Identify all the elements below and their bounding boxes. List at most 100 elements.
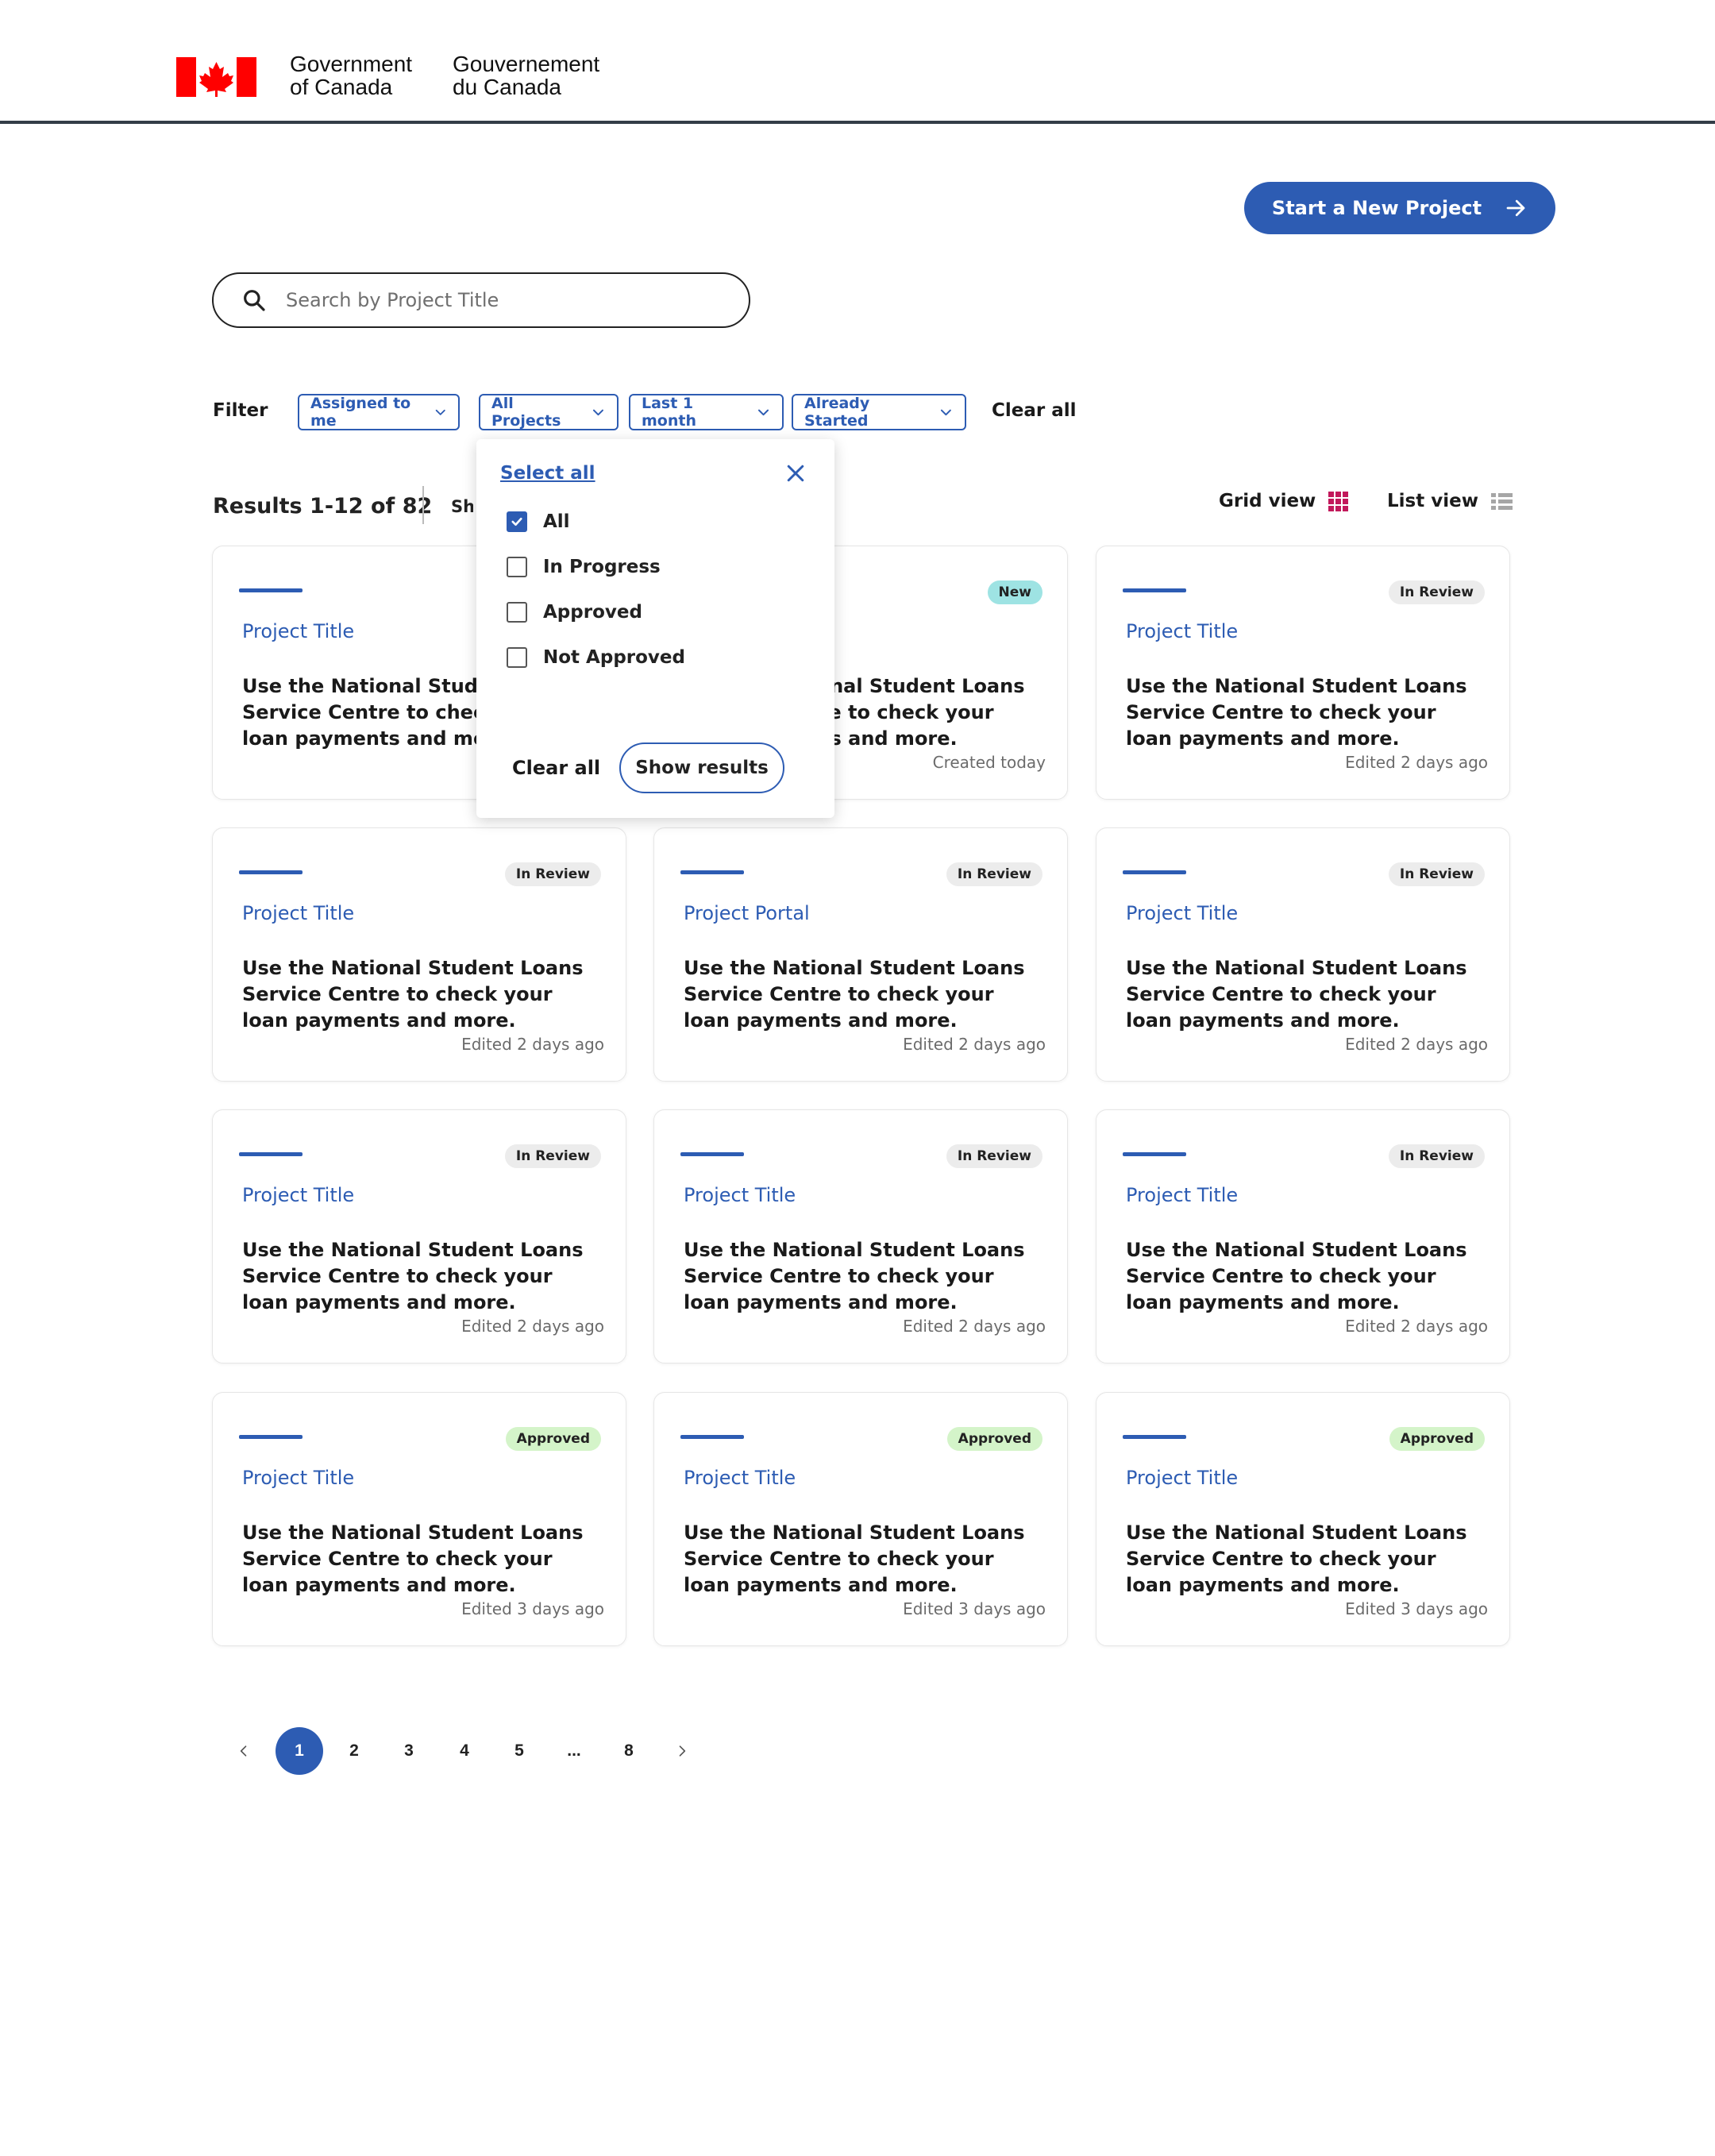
card-title[interactable]: Project Title: [1126, 1184, 1238, 1206]
card-timestamp: Created today: [932, 753, 1046, 772]
card-description: Use the National Student Loans Service C…: [1126, 957, 1467, 1032]
page-button-3[interactable]: 3: [385, 1727, 433, 1775]
project-card[interactable]: In Review Project Title Use the National S…: [212, 1109, 626, 1363]
page-button-5[interactable]: 5: [495, 1727, 543, 1775]
filter-already-started[interactable]: Already Started: [792, 394, 966, 430]
filter-all-projects[interactable]: All Projects: [479, 394, 619, 430]
card-title[interactable]: Project Portal: [684, 902, 810, 924]
card-accent-line: [680, 1435, 744, 1439]
project-card[interactable]: In Review Project Title Use the National S…: [653, 1109, 1068, 1363]
card-timestamp: Edited 2 days ago: [461, 1317, 604, 1336]
card-title[interactable]: Project Title: [242, 902, 354, 924]
filter-chip-label: Assigned to me: [310, 395, 411, 430]
grid-view-label: Grid view: [1219, 491, 1316, 511]
show-per-page-label[interactable]: Sho: [451, 497, 473, 516]
project-card[interactable]: In Review Project Title Use the National S…: [212, 827, 626, 1082]
start-new-project-label: Start a New Project: [1271, 197, 1482, 219]
status-badge: In Review: [504, 1144, 601, 1168]
chevron-down-icon: [593, 409, 604, 416]
option-all[interactable]: All: [507, 511, 570, 532]
card-title[interactable]: Project Title: [242, 1184, 354, 1206]
option-label: Not Approved: [543, 647, 685, 668]
list-view-toggle[interactable]: List view: [1387, 491, 1513, 511]
filter-assigned-to-me[interactable]: Assigned to me: [298, 394, 460, 430]
project-card[interactable]: Approved Project Title Use the National St…: [1096, 1392, 1510, 1646]
card-title[interactable]: Project Title: [242, 1467, 354, 1489]
show-results-button[interactable]: Show results: [619, 742, 784, 793]
card-accent-line: [239, 1152, 303, 1156]
checkbox[interactable]: [507, 602, 527, 623]
project-status-dropdown: Select all All In Progress Approved Not …: [476, 439, 834, 818]
previous-page-button[interactable]: [220, 1727, 268, 1775]
chevron-down-icon: [435, 409, 445, 415]
card-accent-line: [239, 588, 303, 592]
status-badge: New: [987, 580, 1042, 604]
status-badge: Approved: [505, 1427, 601, 1451]
arrow-right-icon: [1506, 199, 1525, 217]
checkmark-icon: [511, 517, 522, 526]
gov-fr-line1: Gouvernement: [453, 52, 600, 76]
page-button-4[interactable]: 4: [441, 1727, 488, 1775]
project-card[interactable]: Approved Project Title Use the National St…: [653, 1392, 1068, 1646]
option-not-approved[interactable]: Not Approved: [507, 647, 685, 668]
status-badge: Approved: [946, 1427, 1042, 1451]
card-title[interactable]: Project Title: [1126, 902, 1238, 924]
chevron-down-icon: [757, 409, 769, 416]
card-title[interactable]: Project Title: [242, 620, 354, 642]
project-card[interactable]: In Review Project Title Use the National S…: [1096, 546, 1510, 800]
filter-last-1-month[interactable]: Last 1 month: [629, 394, 784, 430]
status-badge: In Review: [946, 862, 1042, 886]
card-accent-line: [1123, 870, 1186, 874]
card-accent-line: [1123, 588, 1186, 592]
search-bar: [212, 272, 750, 328]
option-approved[interactable]: Approved: [507, 602, 642, 623]
card-accent-line: [680, 870, 744, 874]
next-page-button[interactable]: [658, 1727, 706, 1775]
card-title[interactable]: Project Title: [1126, 620, 1238, 642]
chevron-down-icon: [941, 409, 952, 416]
card-timestamp: Edited 2 days ago: [1345, 1035, 1488, 1054]
clear-all-filters-button[interactable]: Clear all: [992, 400, 1077, 421]
card-accent-line: [239, 1435, 303, 1439]
chevron-left-icon: [240, 1745, 247, 1757]
status-badge: In Review: [1388, 862, 1485, 886]
status-badge: In Review: [1388, 580, 1485, 604]
chevron-right-icon: [679, 1745, 686, 1757]
dropdown-clear-all-button[interactable]: Clear all: [512, 757, 600, 779]
card-title[interactable]: Project Title: [1126, 1467, 1238, 1489]
card-description: Use the National Student Loans Service C…: [1126, 675, 1467, 750]
option-label: In Progress: [543, 557, 661, 577]
checkbox[interactable]: [507, 557, 527, 577]
grid-icon: [1328, 491, 1349, 511]
card-timestamp: Edited 2 days ago: [1345, 1317, 1488, 1336]
page-button-8[interactable]: 8: [605, 1727, 653, 1775]
close-icon[interactable]: [784, 461, 807, 485]
checkbox-checked[interactable]: [507, 511, 527, 532]
page-button-1[interactable]: 1: [276, 1727, 323, 1775]
list-view-label: List view: [1387, 491, 1478, 511]
card-title[interactable]: Project Title: [684, 1467, 796, 1489]
results-divider: [422, 486, 424, 524]
card-timestamp: Edited 3 days ago: [461, 1599, 604, 1618]
start-new-project-button[interactable]: Start a New Project: [1244, 182, 1555, 234]
gov-wordmark-fr: Gouvernement du Canada: [453, 52, 599, 98]
project-card[interactable]: In Review Project Portal Use the National …: [653, 827, 1068, 1082]
option-in-progress[interactable]: In Progress: [507, 557, 661, 577]
list-icon: [1490, 492, 1513, 510]
card-accent-line: [680, 1152, 744, 1156]
project-card[interactable]: In Review Project Title Use the National S…: [1096, 827, 1510, 1082]
filter-label: Filter: [213, 400, 268, 421]
select-all-link[interactable]: Select all: [500, 463, 595, 484]
card-title[interactable]: Project Title: [684, 1184, 796, 1206]
search-input[interactable]: [286, 289, 730, 311]
project-card[interactable]: In Review Project Title Use the National S…: [1096, 1109, 1510, 1363]
status-badge: In Review: [504, 862, 601, 886]
page-button-2[interactable]: 2: [330, 1727, 378, 1775]
card-description: Use the National Student Loans Service C…: [242, 957, 584, 1032]
gov-en-line1: Government: [290, 52, 413, 76]
grid-view-toggle[interactable]: Grid view: [1219, 491, 1349, 511]
checkbox[interactable]: [507, 647, 527, 668]
project-card[interactable]: Approved Project Title Use the National St…: [212, 1392, 626, 1646]
card-description: Use the National Student Loans Service C…: [684, 1522, 1025, 1596]
government-header: Government of Canada Gouvernement du Can…: [0, 0, 1715, 124]
